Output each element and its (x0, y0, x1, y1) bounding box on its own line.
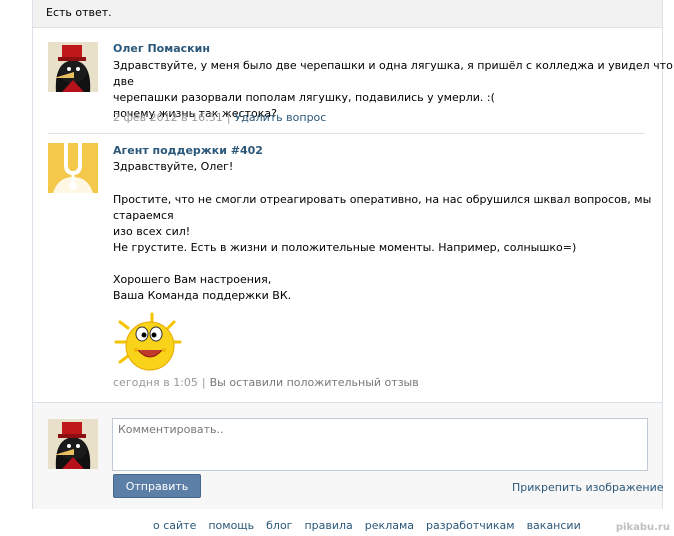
footer-link-rules[interactable]: правила (304, 519, 352, 532)
question-author[interactable]: Олег Помаскин (113, 42, 210, 55)
watermark: pikabu.ru (615, 522, 670, 533)
divider (48, 133, 645, 134)
comment-input[interactable] (112, 418, 648, 471)
user-avatar[interactable] (48, 42, 98, 92)
signature-line: Хорошего Вам настроения, (113, 273, 272, 286)
answer-time: сегодня в 1:05 (113, 376, 198, 389)
answer-meta: сегодня в 1:05 | Вы оставили положительный… (113, 376, 419, 389)
agent-avatar[interactable] (48, 143, 98, 193)
penguin-hat-avatar-icon (48, 42, 98, 92)
question-line: Здравствуйте, у меня было две черепашки … (113, 59, 673, 88)
comment-avatar[interactable] (48, 419, 98, 469)
answer-author[interactable]: Агент поддержки #402 (113, 144, 263, 157)
answer-line: изо всех сил! (113, 225, 191, 238)
question-line: черепашки разорвали пополам лягушку, под… (113, 91, 495, 104)
footer-nav: о сайте помощь блог правила реклама разработч… (153, 519, 593, 532)
answer-line: Простите, что не смогли отреагировать оп… (113, 193, 652, 222)
signature-line: Ваша Команда поддержки ВК. (113, 289, 292, 302)
attach-image-link[interactable]: Прикрепить изображение (512, 481, 664, 494)
footer-link-help[interactable]: помощь (208, 519, 254, 532)
sun-smiley-icon (112, 312, 190, 375)
question-meta: 2 фев 2012 в 16:51 | Удалить вопрос (113, 111, 326, 124)
status-text: Есть ответ. (46, 6, 112, 19)
delete-question-link[interactable]: Удалить вопрос (235, 111, 327, 124)
answer-greeting: Здравствуйте, Олег! (113, 160, 234, 173)
footer-link-developers[interactable]: разработчикам (426, 519, 515, 532)
question-time: 2 фев 2012 в 16:51 (113, 111, 223, 124)
penguin-hat-avatar-icon (48, 419, 98, 469)
separator: | (226, 111, 231, 124)
send-button[interactable]: Отправить (113, 474, 201, 498)
footer-link-blog[interactable]: блог (266, 519, 292, 532)
footer-link-ads[interactable]: реклама (365, 519, 414, 532)
answer-paragraph-2: Не грустите. Есть в жизни и положительны… (113, 241, 577, 254)
answer-paragraph: Простите, что не смогли отреагировать оп… (113, 192, 674, 240)
answer-signature: Хорошего Вам настроения, Ваша Команда по… (113, 272, 291, 304)
footer-link-about[interactable]: о сайте (153, 519, 196, 532)
footer-link-jobs[interactable]: вакансии (527, 519, 581, 532)
feedback-status: Вы оставили положительный отзыв (209, 376, 419, 389)
stethoscope-avatar-icon (48, 143, 98, 193)
status-header: Есть ответ. (33, 0, 662, 28)
separator: | (201, 376, 206, 389)
